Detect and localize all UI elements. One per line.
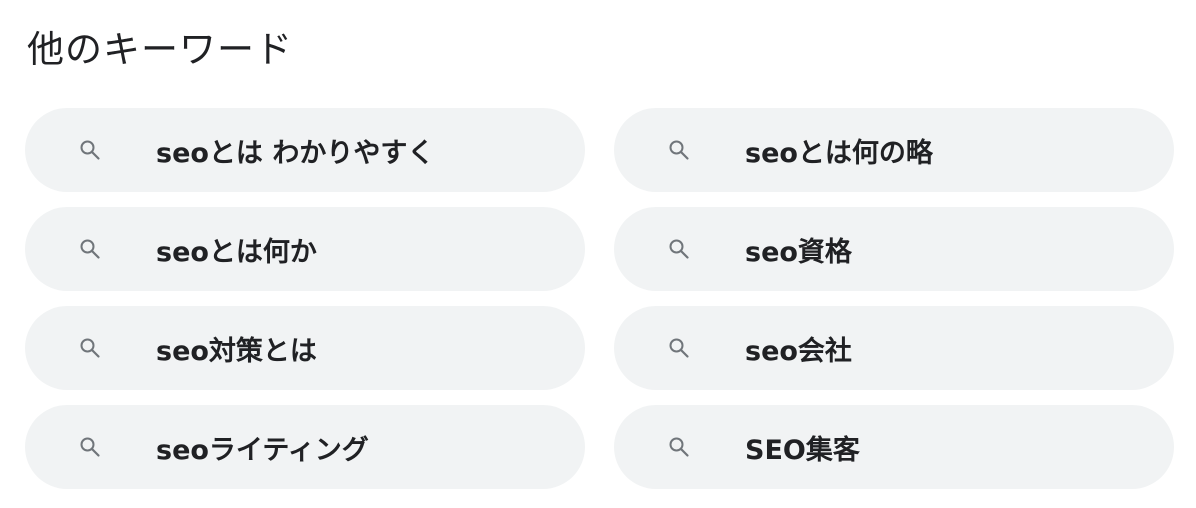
keyword-chip[interactable]: seo資格 bbox=[614, 207, 1174, 291]
keyword-chip[interactable]: seo対策とは bbox=[25, 306, 585, 390]
search-icon bbox=[666, 434, 692, 460]
section-title: 他のキーワード bbox=[27, 28, 293, 71]
search-icon bbox=[666, 335, 692, 361]
keyword-chip[interactable]: seo会社 bbox=[614, 306, 1174, 390]
search-icon bbox=[77, 335, 103, 361]
keyword-chip[interactable]: seoとは何か bbox=[25, 207, 585, 291]
search-icon bbox=[77, 236, 103, 262]
keyword-chip[interactable]: seoとは何の略 bbox=[614, 108, 1174, 192]
keyword-chip[interactable]: seoライティング bbox=[25, 405, 585, 489]
keyword-chip[interactable]: SEO集客 bbox=[614, 405, 1174, 489]
search-icon bbox=[77, 137, 103, 163]
keyword-chip[interactable]: seoとは わかりやすく bbox=[25, 108, 585, 192]
keyword-chip-label: seoライティング bbox=[156, 434, 369, 466]
keyword-chip-label: SEO集客 bbox=[745, 434, 860, 466]
search-icon bbox=[666, 236, 692, 262]
keyword-chip-label: seoとは何の略 bbox=[745, 137, 933, 169]
keyword-chip-label: seo会社 bbox=[745, 335, 852, 367]
search-icon bbox=[77, 434, 103, 460]
keyword-chip-label: seoとは わかりやすく bbox=[156, 137, 435, 169]
keyword-chip-grid: seoとは わかりやすく seoとは何の略 seoとは何か seo資格 seo対… bbox=[25, 108, 1175, 489]
keyword-chip-label: seo資格 bbox=[745, 236, 852, 268]
keyword-chip-label: seo対策とは bbox=[156, 335, 317, 367]
search-icon bbox=[666, 137, 692, 163]
keyword-chip-label: seoとは何か bbox=[156, 236, 317, 268]
